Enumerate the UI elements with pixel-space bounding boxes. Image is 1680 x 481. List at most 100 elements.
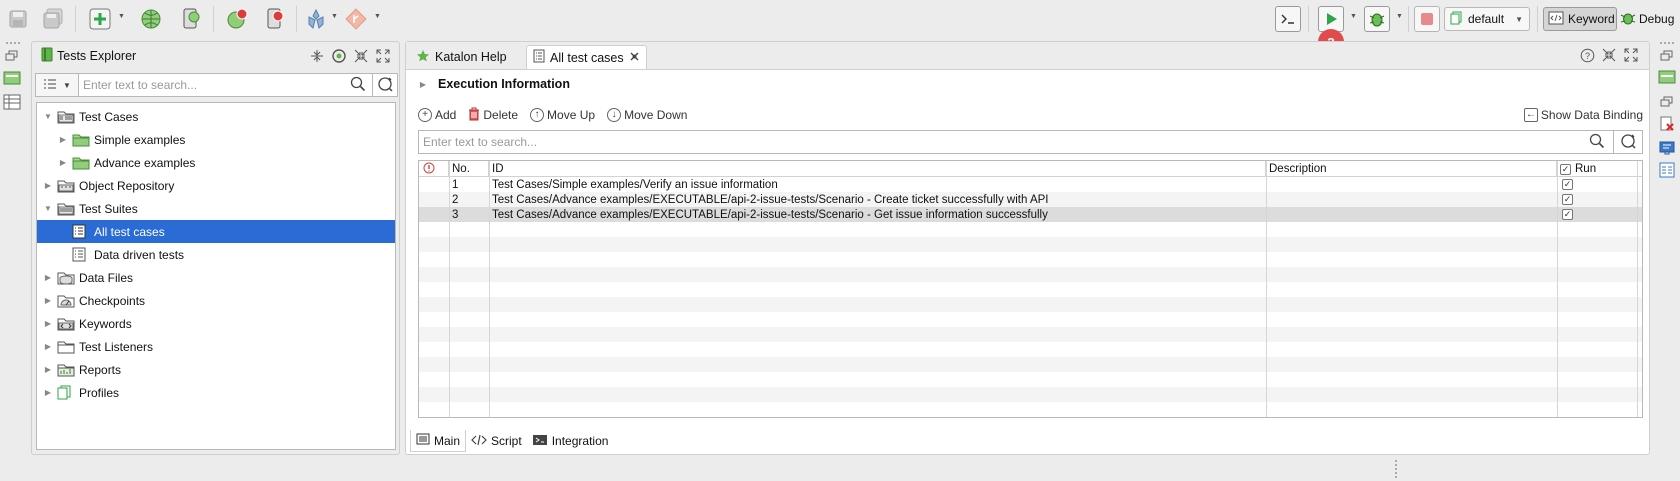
tree-item-simple-examples[interactable]: ▶ Simple examples xyxy=(37,128,395,151)
collapsed-arrow-icon[interactable]: ▶ xyxy=(43,319,53,328)
collapsed-arrow-icon[interactable]: ▶ xyxy=(43,365,53,374)
test-explorer-minimized-icon[interactable] xyxy=(3,70,21,89)
add-icon: + xyxy=(418,108,432,122)
table-view-icon[interactable] xyxy=(3,94,21,113)
stop-icon[interactable] xyxy=(1414,6,1440,32)
search-icon[interactable] xyxy=(350,76,366,95)
search-icon[interactable] xyxy=(1589,133,1605,152)
tree-item-test-listeners[interactable]: ▶ Test Listeners xyxy=(37,335,395,358)
tree-item-test-suites[interactable]: ▼ Test Suites xyxy=(37,197,395,220)
tab-main[interactable]: Main xyxy=(410,430,467,452)
run-checkbox[interactable]: ✓ xyxy=(1562,179,1573,190)
tab-katalon-help[interactable]: Katalon Help xyxy=(410,45,513,69)
plugin-dropdown-icon[interactable]: ▼ xyxy=(331,13,339,23)
terminal-icon[interactable] xyxy=(1275,6,1301,32)
restore-icon[interactable] xyxy=(1660,50,1674,65)
debug-run-icon[interactable] xyxy=(1364,6,1390,32)
tree-item-data-driven-tests[interactable]: Data driven tests xyxy=(37,243,395,266)
status-bar-handle[interactable] xyxy=(1395,460,1397,478)
column-header-no[interactable]: No. xyxy=(449,161,489,177)
tab-script[interactable]: Script xyxy=(466,430,527,452)
tab-integration[interactable]: Integration xyxy=(527,430,614,452)
tab-tests-explorer[interactable]: Tests Explorer xyxy=(36,44,141,68)
add-button[interactable]: + Add xyxy=(418,108,456,122)
run-checkbox[interactable]: ✓ xyxy=(1562,194,1573,205)
column-header-run[interactable]: ✓ Run xyxy=(1557,161,1637,177)
save-icon[interactable] xyxy=(5,6,31,32)
debug-run-dropdown-icon[interactable]: ▼ xyxy=(1396,13,1404,23)
variables-icon[interactable] xyxy=(1659,162,1675,181)
collapsed-arrow-icon[interactable]: ▶ xyxy=(43,181,53,190)
execution-information-section[interactable]: ▶ Execution Information xyxy=(418,77,570,91)
expanded-arrow-icon[interactable]: ▼ xyxy=(43,112,53,121)
advanced-search-icon[interactable] xyxy=(377,76,393,95)
tab-all-test-cases[interactable]: All test cases xyxy=(526,45,647,69)
minimize-icon[interactable] xyxy=(353,48,369,64)
add-new-icon[interactable] xyxy=(87,6,113,32)
tree-item-data-files[interactable]: ▶ Data Files xyxy=(37,266,395,289)
cell-description[interactable] xyxy=(1266,192,1557,207)
git-dropdown-icon[interactable]: ▼ xyxy=(374,13,382,23)
select-all-checkbox[interactable]: ✓ xyxy=(1560,163,1571,175)
trim-handle[interactable] xyxy=(1660,42,1674,44)
restore-icon-2[interactable] xyxy=(1660,96,1674,111)
close-icon[interactable] xyxy=(629,51,640,65)
move-up-button[interactable]: ↑ Move Up xyxy=(530,108,595,122)
tree-item-test-cases[interactable]: ▼ Test Cases xyxy=(37,105,395,128)
help-icon[interactable]: ? xyxy=(1579,47,1595,63)
spy-mobile-icon[interactable] xyxy=(178,6,204,32)
column-header-status[interactable] xyxy=(419,161,449,177)
save-all-icon[interactable] xyxy=(40,6,66,32)
collapsed-arrow-icon[interactable]: ▶ xyxy=(43,342,53,351)
restore-icon[interactable] xyxy=(5,50,19,65)
maximize-icon[interactable] xyxy=(1623,47,1639,63)
tree-item-object-repository[interactable]: ▶ Object Repository xyxy=(37,174,395,197)
profile-selector[interactable]: default ▼ xyxy=(1444,7,1530,31)
tree-item-reports[interactable]: ▶ Reports xyxy=(37,358,395,381)
expanded-arrow-icon[interactable]: ▼ xyxy=(43,204,53,213)
cell-description[interactable] xyxy=(1266,177,1557,192)
filter-button[interactable]: ▼ xyxy=(35,73,79,97)
table-row[interactable]: 3 Test Cases/Advance examples/EXECUTABLE… xyxy=(419,207,1642,222)
run-checkbox[interactable]: ✓ xyxy=(1562,209,1573,220)
record-web-icon[interactable] xyxy=(224,6,250,32)
console-icon[interactable] xyxy=(1659,140,1675,159)
maximize-icon[interactable] xyxy=(375,48,391,64)
table-row[interactable]: 1 Test Cases/Simple examples/Verify an i… xyxy=(419,177,1642,192)
problems-icon[interactable] xyxy=(1659,116,1675,135)
cell-description[interactable] xyxy=(1266,207,1557,222)
collapsed-arrow-icon[interactable]: ▶ xyxy=(58,158,68,167)
collapsed-arrow-icon[interactable]: ▶ xyxy=(43,296,53,305)
tree-item-advance-examples[interactable]: ▶ Advance examples xyxy=(37,151,395,174)
plugin-icon[interactable] xyxy=(303,6,329,32)
collapsed-arrow-icon[interactable]: ▶ xyxy=(418,80,428,89)
delete-button[interactable]: Delete xyxy=(468,107,518,124)
column-header-id[interactable]: ID xyxy=(489,161,1266,177)
table-row[interactable]: 2 Test Cases/Advance examples/EXECUTABLE… xyxy=(419,192,1642,207)
tree-item-checkpoints[interactable]: ▶ Checkpoints xyxy=(37,289,395,312)
explorer-search-input[interactable] xyxy=(79,78,350,92)
move-down-button[interactable]: ↓ Move Down xyxy=(607,108,687,122)
keyword-mode-button[interactable]: Keyword xyxy=(1543,7,1617,31)
collapsed-arrow-icon[interactable]: ▶ xyxy=(43,388,53,397)
advanced-search-icon[interactable] xyxy=(1620,133,1636,152)
collapse-all-icon[interactable] xyxy=(309,48,325,64)
run-dropdown-icon[interactable]: ▼ xyxy=(1350,13,1358,23)
debug-mode-button[interactable]: Debug xyxy=(1620,7,1678,31)
tree-item-profiles[interactable]: ▶ Profiles xyxy=(37,381,395,404)
git-icon[interactable] xyxy=(343,6,369,32)
spy-web-icon[interactable] xyxy=(138,6,164,32)
show-data-binding-button[interactable]: ← Show Data Binding xyxy=(1523,108,1643,122)
collapsed-arrow-icon[interactable]: ▶ xyxy=(58,135,68,144)
test-case-search-input[interactable] xyxy=(419,135,1589,149)
tree-item-keywords[interactable]: ▶ Keywords xyxy=(37,312,395,335)
trim-handle[interactable] xyxy=(6,42,20,44)
minimize-icon[interactable] xyxy=(1601,47,1617,63)
add-new-dropdown-icon[interactable]: ▼ xyxy=(118,13,126,23)
column-header-description[interactable]: Description xyxy=(1266,161,1557,177)
link-with-editor-icon[interactable] xyxy=(331,48,347,64)
tree-item-all-test-cases[interactable]: All test cases xyxy=(37,220,395,243)
keyword-browser-icon[interactable] xyxy=(1658,70,1676,87)
record-mobile-icon[interactable] xyxy=(262,6,288,32)
collapsed-arrow-icon[interactable]: ▶ xyxy=(43,273,53,282)
